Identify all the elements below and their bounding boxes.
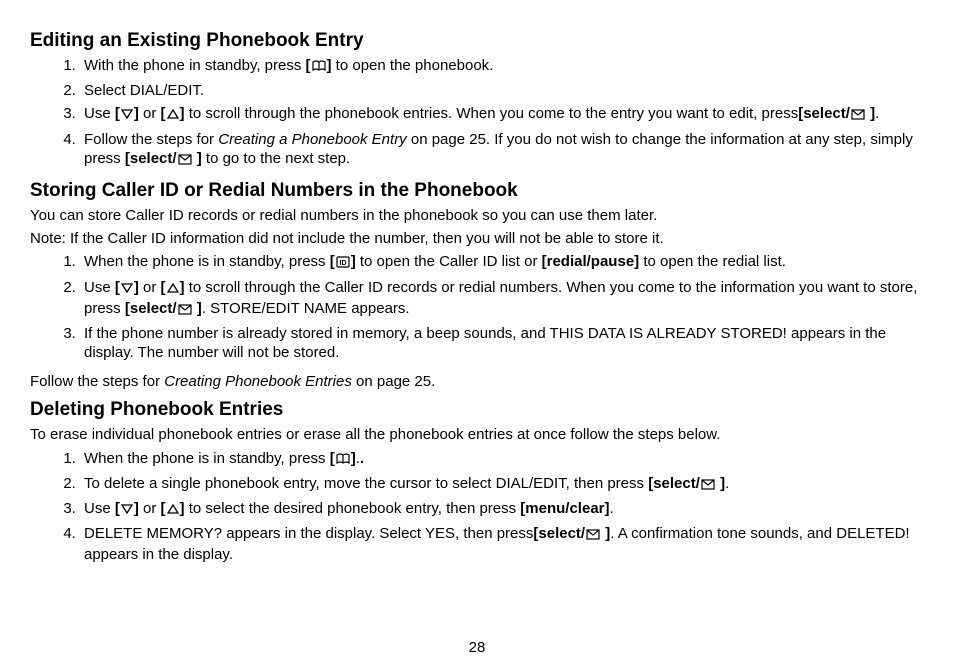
list-item: DELETE MEMORY? appears in the display. S… [80,524,924,564]
book-icon [312,58,326,77]
down-icon [121,501,133,520]
list-storing: When the phone is in standby, press [ID]… [30,252,924,362]
envelope-icon [701,476,715,495]
heading-storing: Storing Caller ID or Redial Numbers in t… [30,180,924,202]
envelope-icon [178,151,192,170]
list-editing: With the phone in standby, press [] to o… [30,56,924,170]
list-item: If the phone number is already stored in… [80,324,924,362]
note-text: Note: If the Caller ID information did n… [30,229,924,248]
section-deleting: Deleting Phonebook Entries To erase indi… [30,399,924,564]
list-item: Use [] or [] to scroll through the Calle… [80,278,924,320]
up-icon [167,280,179,299]
intro-text: You can store Caller ID records or redia… [30,206,924,225]
down-icon [121,106,133,125]
envelope-icon [178,301,192,320]
intro-text: To erase individual phonebook entries or… [30,425,924,444]
svg-text:ID: ID [339,260,346,267]
list-item: When the phone is in standby, press [ID]… [80,252,924,273]
outro-text: Follow the steps for Creating Phonebook … [30,372,924,391]
up-icon [167,106,179,125]
list-deleting: When the phone is in standby, press []..… [30,449,924,565]
list-item: When the phone is in standby, press [].. [80,449,924,470]
list-item: Use [] or [] to select the desired phone… [80,499,924,520]
envelope-icon [851,106,865,125]
list-item: Select DIAL/EDIT. [80,81,924,100]
section-editing: Editing an Existing Phonebook Entry With… [30,30,924,170]
heading-deleting: Deleting Phonebook Entries [30,399,924,421]
book-icon [336,451,350,470]
up-icon [167,501,179,520]
down-icon [121,280,133,299]
page-number: 28 [0,639,954,656]
id-icon: ID [336,254,350,273]
heading-editing: Editing an Existing Phonebook Entry [30,30,924,52]
list-item: To delete a single phonebook entry, move… [80,474,924,495]
envelope-icon [586,526,600,545]
list-item: Follow the steps for Creating a Phoneboo… [80,130,924,170]
list-item: With the phone in standby, press [] to o… [80,56,924,77]
section-storing: Storing Caller ID or Redial Numbers in t… [30,180,924,392]
list-item: Use [] or [] to scroll through the phone… [80,104,924,125]
page: Editing an Existing Phonebook Entry With… [0,0,954,668]
